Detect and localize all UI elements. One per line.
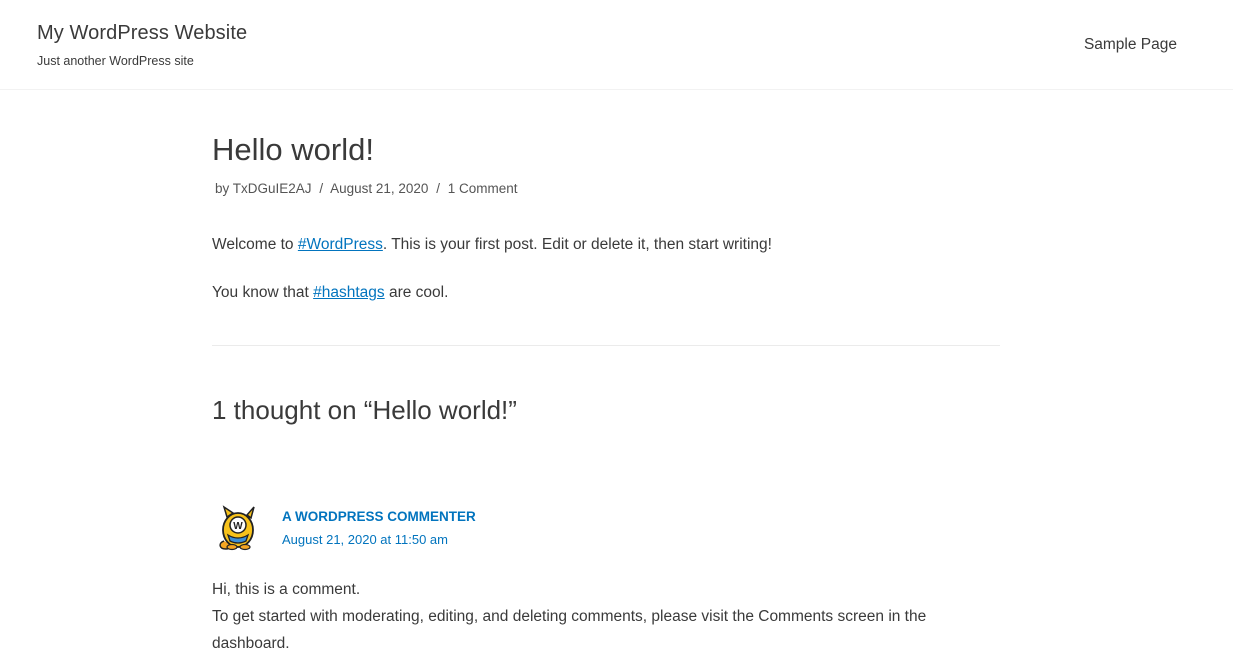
comment-body: Hi, this is a comment. To get started wi… bbox=[212, 576, 972, 657]
paragraph-text: . This is your first post. Edit or delet… bbox=[382, 236, 772, 253]
meta-separator: / bbox=[319, 181, 324, 196]
post-paragraph: Welcome to #WordPress. This is your firs… bbox=[212, 234, 772, 256]
site-tagline: Just another WordPress site bbox=[37, 54, 194, 68]
meta-by-prefix: by bbox=[215, 181, 230, 196]
post-date-link[interactable]: August 21, 2020 bbox=[330, 181, 428, 196]
post-paragraph: You know that #hashtags are cool. bbox=[212, 282, 448, 304]
section-divider bbox=[212, 345, 1000, 346]
comment-line: Hi, this is a comment. bbox=[212, 581, 361, 598]
post-title: Hello world! bbox=[212, 132, 374, 167]
comment-line: To get started with moderating, editing,… bbox=[212, 608, 927, 652]
paragraph-text: are cool. bbox=[384, 284, 449, 301]
nav-item-sample-page[interactable]: Sample Page bbox=[1084, 36, 1177, 53]
site-header: My WordPress Website Just another WordPr… bbox=[0, 0, 1233, 90]
post-author-link[interactable]: TxDGuIE2AJ bbox=[233, 181, 312, 196]
hashtag-hashtags-link[interactable]: #hashtags bbox=[313, 284, 385, 301]
comment-date-link[interactable]: August 21, 2020 at 11:50 am bbox=[282, 532, 448, 547]
site-title[interactable]: My WordPress Website bbox=[37, 22, 247, 45]
paragraph-text: You know that bbox=[212, 284, 314, 301]
hashtag-wordpress-link[interactable]: #WordPress bbox=[298, 236, 383, 253]
comment-author-link[interactable]: A WordPress Commenter bbox=[282, 509, 476, 524]
post-meta: by TxDGuIE2AJ / August 21, 2020 / 1 Comm… bbox=[215, 181, 518, 196]
comments-title: 1 thought on “Hello world!” bbox=[212, 395, 517, 425]
comment-avatar: W bbox=[216, 503, 260, 551]
main-nav: Sample Page bbox=[1084, 36, 1177, 54]
svg-text:W: W bbox=[233, 521, 243, 532]
paragraph-text: Welcome to bbox=[212, 236, 298, 253]
post-comments-link[interactable]: 1 Comment bbox=[448, 181, 518, 196]
meta-separator: / bbox=[436, 181, 440, 196]
wapuu-avatar-icon: W bbox=[219, 505, 255, 551]
